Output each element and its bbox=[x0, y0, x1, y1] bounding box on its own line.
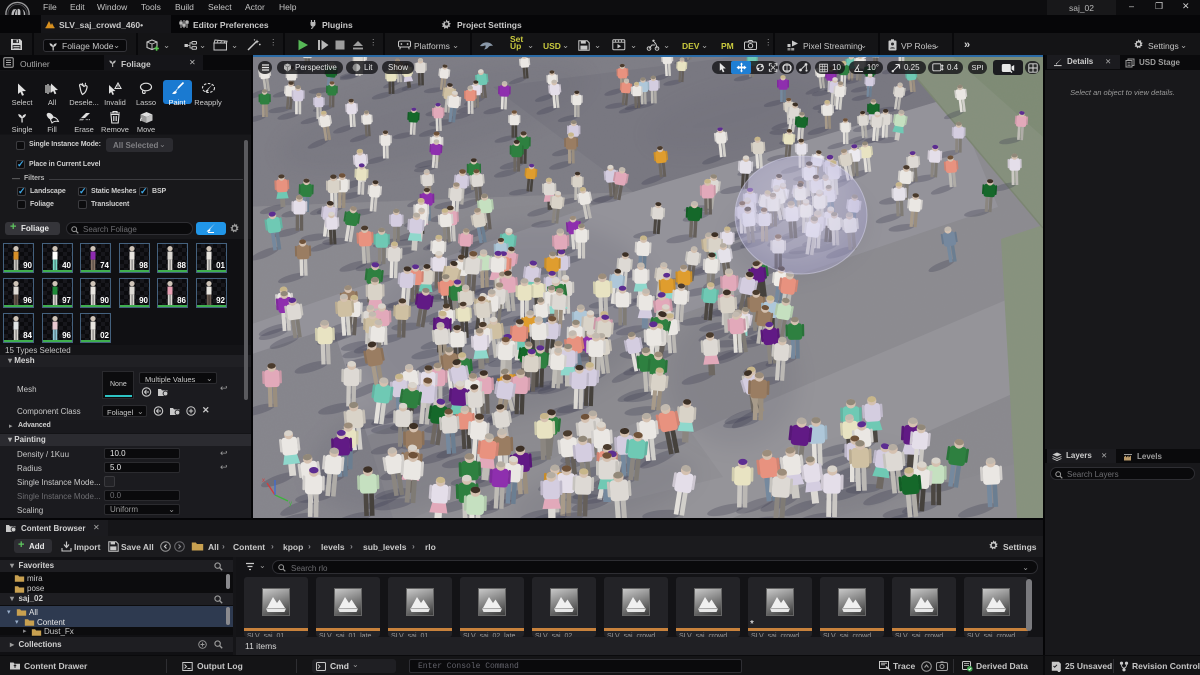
svg-text:x: x bbox=[262, 478, 265, 484]
svg-text:y: y bbox=[289, 501, 292, 507]
